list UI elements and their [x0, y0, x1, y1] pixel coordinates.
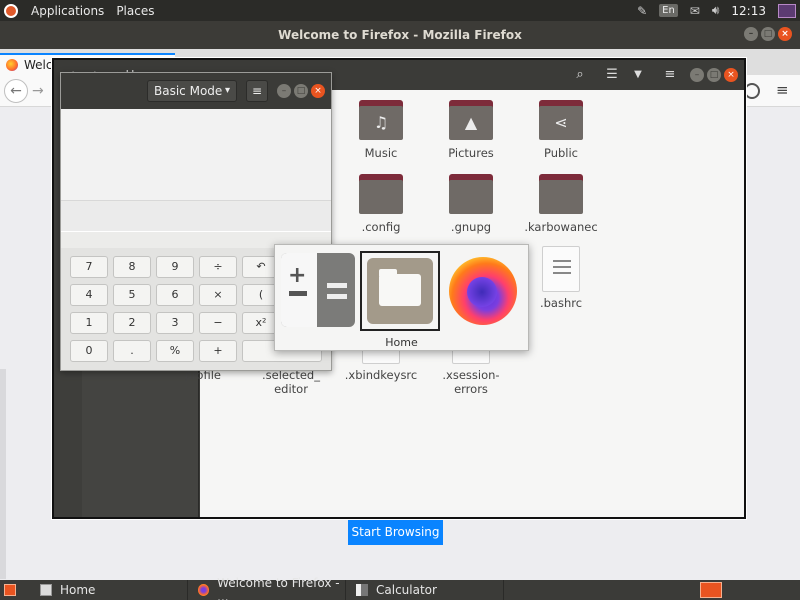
calc-key[interactable]: 3	[156, 312, 194, 334]
close-icon[interactable]: ×	[724, 68, 738, 82]
switcher-calculator[interactable]: +	[279, 251, 359, 331]
close-icon[interactable]: ×	[778, 27, 792, 41]
view-options-icon[interactable]: ▼	[630, 65, 646, 85]
file-label: Public	[543, 146, 579, 160]
menu-icon[interactable]: ≡	[662, 65, 678, 85]
calc-key[interactable]: ÷	[199, 256, 237, 278]
volume-icon[interactable]: 🔊︎	[712, 3, 720, 18]
file-label: .gnupg	[450, 220, 492, 234]
text-file-icon	[542, 246, 580, 292]
calculator-menu-icon[interactable]: ≡	[246, 80, 268, 102]
switcher-firefox[interactable]	[443, 251, 523, 331]
search-icon[interactable]: ⌕	[570, 65, 590, 85]
file-item[interactable]: .karbowanec	[516, 174, 606, 234]
calc-key[interactable]: 8	[113, 256, 151, 278]
switcher-label: Home	[385, 336, 418, 349]
calc-key[interactable]: 5	[113, 284, 151, 306]
calc-key[interactable]: 2	[113, 312, 151, 334]
start-browsing-button[interactable]: Start Browsing	[348, 519, 443, 545]
folder-icon	[359, 174, 403, 214]
calc-key[interactable]: 9	[156, 256, 194, 278]
calc-key[interactable]: 0	[70, 340, 108, 362]
switcher-home[interactable]	[360, 251, 440, 331]
folder-icon	[449, 174, 493, 214]
calc-key[interactable]: ×	[199, 284, 237, 306]
firefox-favicon-icon	[6, 59, 18, 71]
minimize-icon[interactable]: –	[277, 84, 291, 98]
home-folder-icon	[367, 258, 433, 324]
calc-key[interactable]: 4	[70, 284, 108, 306]
calculator-history	[61, 109, 331, 201]
file-label: .selected_ editor	[262, 368, 320, 396]
calculator-input[interactable]	[61, 202, 331, 232]
keyboard-layout-indicator[interactable]: En	[659, 4, 678, 17]
maximize-icon[interactable]: □	[707, 68, 721, 82]
file-label: .xsession- errors	[442, 368, 500, 396]
show-desktop-icon[interactable]	[4, 584, 16, 596]
file-item[interactable]: .bashrc	[516, 246, 606, 310]
mail-icon[interactable]: ✉	[690, 4, 700, 18]
app-switcher: + Home	[274, 244, 529, 351]
calc-key[interactable]: 1	[70, 312, 108, 334]
bottom-taskbar: Home Welcome to Firefox - ... Calculator	[0, 576, 800, 600]
calc-key[interactable]: −	[199, 312, 237, 334]
maximize-icon[interactable]: □	[294, 84, 308, 98]
forward-arrow-icon[interactable]: →	[32, 79, 44, 103]
firefox-icon	[198, 584, 210, 596]
calc-key[interactable]: .	[113, 340, 151, 362]
firefox-icon	[449, 257, 517, 325]
power-icon[interactable]	[778, 3, 796, 18]
clock[interactable]: 12:13	[731, 4, 766, 18]
pictures-folder-icon: ▲	[449, 100, 493, 140]
folder-icon	[539, 174, 583, 214]
calculator-icon: +	[281, 253, 355, 327]
side-panel	[0, 369, 6, 579]
taskbar-home[interactable]: Home	[34, 580, 188, 600]
calc-key[interactable]: 6	[156, 284, 194, 306]
pin-icon[interactable]: ✎	[637, 4, 647, 18]
ubuntu-logo-icon[interactable]	[4, 3, 18, 18]
firefox-window-title: Welcome to Firefox - Mozilla Firefox	[278, 28, 522, 42]
file-item[interactable]: ⋖ Public	[516, 100, 606, 160]
hamburger-menu-icon[interactable]: ≡	[776, 81, 789, 99]
list-view-icon[interactable]: ☰	[602, 65, 622, 85]
calc-key[interactable]: 7	[70, 256, 108, 278]
file-label: Music	[364, 146, 398, 160]
file-item[interactable]: ♫ Music	[336, 100, 426, 160]
mode-dropdown[interactable]: Basic Mode ▾	[147, 80, 237, 102]
maximize-icon[interactable]: □	[761, 27, 775, 41]
back-arrow-icon[interactable]: ←	[4, 79, 28, 103]
account-icon[interactable]	[744, 83, 760, 99]
file-item[interactable]: .config	[336, 174, 426, 234]
top-panel: Applications Places ✎ En ✉ 🔊︎ 12:13	[0, 0, 800, 21]
file-label: .xbindkeysrc	[344, 368, 418, 382]
taskbar-calculator[interactable]: Calculator	[350, 580, 504, 600]
places-menu[interactable]: Places	[110, 4, 160, 18]
file-item[interactable]: ▲ Pictures	[426, 100, 516, 160]
firefox-titlebar[interactable]: Welcome to Firefox - Mozilla Firefox – □…	[0, 21, 800, 49]
file-label: .karbowanec	[524, 220, 598, 234]
applications-menu[interactable]: Applications	[25, 4, 110, 18]
file-label: Pictures	[448, 146, 494, 160]
music-folder-icon: ♫	[359, 100, 403, 140]
taskbar-firefox[interactable]: Welcome to Firefox - ...	[192, 576, 346, 600]
calc-key[interactable]: %	[156, 340, 194, 362]
calculator-headerbar[interactable]: Basic Mode ▾ ≡ – □ ×	[61, 73, 331, 109]
file-label: .config	[361, 220, 401, 234]
minimize-icon[interactable]: –	[690, 68, 704, 82]
files-icon	[40, 584, 52, 596]
calc-key[interactable]: +	[199, 340, 237, 362]
workspace-switcher[interactable]	[700, 582, 722, 598]
calculator-icon	[356, 584, 368, 596]
public-folder-icon: ⋖	[539, 100, 583, 140]
file-label: .bashrc	[539, 296, 583, 310]
close-icon[interactable]: ×	[311, 84, 325, 98]
file-item[interactable]: .gnupg	[426, 174, 516, 234]
chevron-down-icon: ▾	[224, 85, 230, 96]
minimize-icon[interactable]: –	[744, 27, 758, 41]
